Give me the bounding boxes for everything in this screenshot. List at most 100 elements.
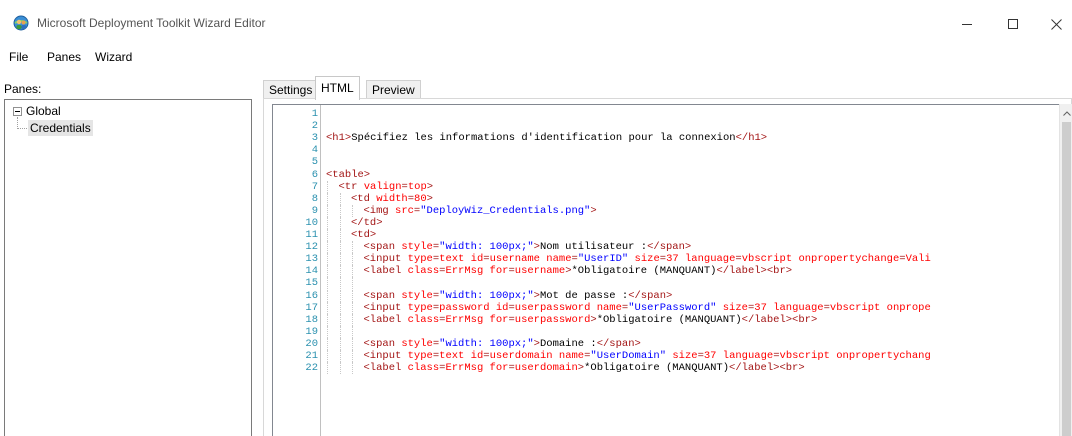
code-line[interactable]: 11 <td> [273, 229, 1059, 241]
indent-guide [327, 337, 328, 350]
indent-guide [339, 192, 341, 205]
indent-guide [327, 301, 328, 314]
indent-guide [339, 277, 341, 290]
code-token: src [395, 204, 414, 217]
scroll-up-icon[interactable] [1060, 106, 1072, 120]
code-line[interactable]: 5 [273, 156, 1059, 168]
code-token: <h1> [326, 132, 352, 145]
code-token: style [401, 289, 433, 302]
tab-html[interactable]: HTML [315, 76, 360, 100]
indent-guide [327, 216, 328, 229]
code-line[interactable]: 10 </td> [273, 216, 1059, 229]
tree-connector [18, 128, 27, 129]
code-line[interactable]: 7 <tr valign=top> [273, 180, 1059, 193]
indent-guide [352, 253, 353, 266]
line-number: 1 [311, 108, 318, 120]
code-text: <tr valign=top> [339, 181, 434, 193]
menu-wizard[interactable]: Wizard [95, 50, 132, 64]
code-token: </span> [628, 289, 673, 302]
indent-guide [339, 289, 341, 302]
code-text: <h1>Spécifiez les informations d'identif… [326, 132, 767, 144]
indent-guide [327, 277, 328, 290]
code-line[interactable]: 8 <td width=80> [273, 192, 1059, 205]
code-line[interactable]: 2 [273, 120, 1059, 132]
code-line[interactable]: 3 <h1>Spécifiez les informations d'identi… [273, 132, 1059, 144]
indent-guide [339, 362, 341, 375]
minimize-button[interactable] [947, 10, 987, 38]
menu-file[interactable]: File [9, 50, 28, 64]
title-bar: Microsoft Deployment Toolkit Wizard Edit… [0, 0, 1072, 46]
indent-guide [327, 362, 328, 375]
scrollbar-thumb[interactable] [1062, 122, 1071, 436]
code-token: for [489, 362, 509, 375]
line-number: 7 [311, 180, 318, 193]
code-line[interactable]: 14 <label class=ErrMsg for=username>*Obli… [273, 265, 1059, 278]
html-code-editor[interactable]: 1 2 3 <h1>Spécifiez les informations d'iden… [272, 104, 1060, 436]
tab-settings[interactable]: Settings [263, 80, 319, 99]
code-token: <span [363, 241, 402, 254]
code-token: language [684, 253, 736, 266]
close-button[interactable] [1040, 10, 1072, 38]
code-token: </label><br> [741, 313, 818, 326]
indent-guide [339, 265, 341, 278]
tree-item-global[interactable]: Global [26, 104, 61, 118]
maximize-button[interactable] [993, 10, 1033, 38]
collapse-icon[interactable] [13, 107, 22, 116]
indent-guide [327, 253, 328, 266]
indent-guide [352, 350, 353, 362]
panes-tree[interactable]: Global Credentials [4, 99, 252, 436]
code-token: userpassword [514, 301, 597, 314]
code-line[interactable]: 6 <table> [273, 169, 1059, 181]
line-number: 10 [305, 216, 318, 229]
tree-item-credentials[interactable]: Credentials [28, 120, 93, 136]
code-line[interactable]: 21 <input type=text id=userdomain name="U… [273, 350, 1059, 362]
minimize-icon [962, 19, 972, 29]
code-text: <input type=text id=username name="UserI… [364, 253, 931, 265]
code-token: onprope [886, 301, 931, 314]
code-line[interactable]: 9 <img src="DeployWiz_Credentials.png"> [273, 204, 1059, 217]
window-title: Microsoft Deployment Toolkit Wizard Edit… [37, 16, 266, 30]
indent-guide [339, 229, 341, 241]
indent-guide [339, 216, 341, 229]
code-line[interactable]: 15 [273, 277, 1059, 290]
code-token: ErrMsg [445, 313, 490, 326]
code-token: "UserDomain" [590, 350, 667, 362]
code-token: ErrMsg [445, 362, 490, 375]
code-text: <td width=80> [351, 193, 433, 205]
indent-guide [327, 241, 328, 254]
code-token: Domaine : [539, 337, 597, 350]
vertical-scrollbar[interactable] [1059, 104, 1072, 436]
code-token: top [407, 180, 427, 193]
tab-preview[interactable]: Preview [366, 80, 421, 99]
code-token: style [401, 241, 433, 254]
people-globe-icon [13, 15, 29, 31]
indent-guide [352, 265, 353, 278]
code-token: ErrMsg [445, 265, 490, 278]
code-line[interactable]: 18 <label class=ErrMsg for=userpassword>*… [273, 313, 1059, 326]
code-line[interactable]: 16 <span style="width: 100px;">Mot de pas… [273, 289, 1059, 302]
code-token: </label><br> [716, 265, 793, 278]
code-token: text [439, 350, 471, 362]
code-line[interactable]: 1 [273, 108, 1059, 120]
menu-bar: File Panes Wizard [0, 46, 1072, 68]
code-token: type [407, 301, 433, 314]
panes-label: Panes: [4, 82, 42, 96]
code-line[interactable]: 4 [273, 144, 1059, 156]
code-line[interactable]: 17 <input type=password id=userpassword n… [273, 301, 1059, 314]
code-token: vbscript [741, 253, 799, 266]
code-line[interactable]: 19 [273, 325, 1059, 338]
code-token: </label><br> [729, 362, 805, 375]
code-token: Nom utilisateur : [539, 241, 648, 254]
code-token: class [407, 362, 440, 375]
code-text: <span style="width: 100px;">Nom utilisat… [364, 241, 692, 253]
code-line[interactable]: 12 <span style="width: 100px;">Nom utilis… [273, 241, 1059, 254]
code-token: </span> [647, 241, 692, 254]
menu-panes[interactable]: Panes [47, 50, 81, 64]
code-token: *Obligatoire (MANQUANT) [584, 362, 730, 375]
line-number: 22 [305, 362, 318, 375]
indent-guide [327, 289, 328, 302]
code-line[interactable]: 20 <span style="width: 100px;">Domaine :<… [273, 337, 1059, 350]
code-line[interactable]: 13 <input type=text id=username name="Use… [273, 253, 1059, 266]
indent-guide [352, 241, 353, 254]
code-line[interactable]: 22 <label class=ErrMsg for=userdomain>*Ob… [273, 362, 1059, 375]
